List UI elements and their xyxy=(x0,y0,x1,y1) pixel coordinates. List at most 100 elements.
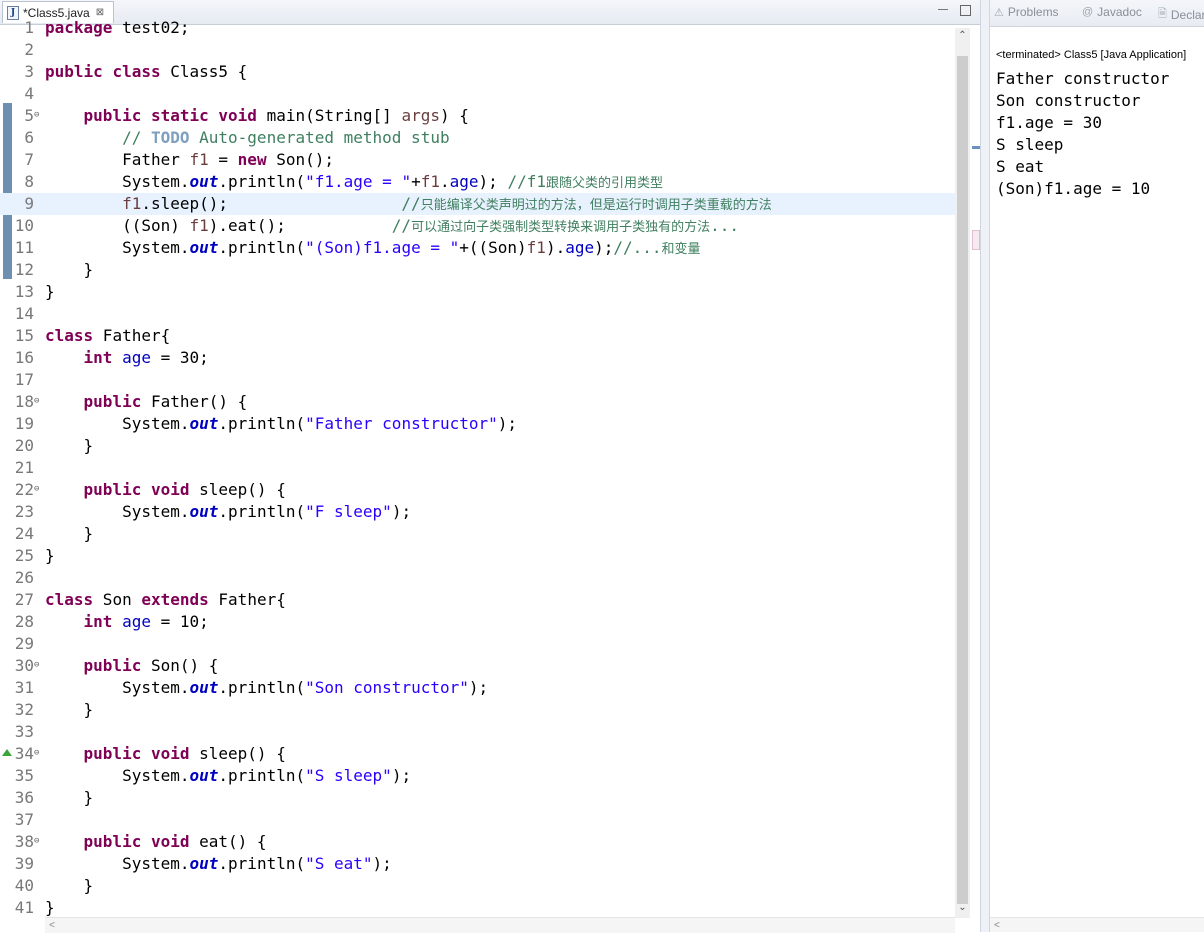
line-number: 22 xyxy=(14,480,34,499)
console-tab-bar: ⚠ Problems @ Javadoc 🗎 Declaration xyxy=(990,0,1204,27)
code-line[interactable]: 2 xyxy=(0,39,955,61)
tab-javadoc[interactable]: @ Javadoc xyxy=(1082,5,1142,19)
code-line[interactable]: 18 ⊖ public Father() { xyxy=(0,391,955,413)
code-text: System.out.println("(Son)f1.age = "+((So… xyxy=(45,238,701,257)
code-line[interactable]: 12 } xyxy=(0,259,955,281)
code-lines: 1 package test02; 2 3 public class Class5 {4… xyxy=(0,17,955,917)
code-line[interactable]: 26 xyxy=(0,567,955,589)
line-number: 25 xyxy=(14,546,34,565)
code-line[interactable]: 24 } xyxy=(0,523,955,545)
code-line[interactable]: 36 } xyxy=(0,787,955,809)
scroll-down-icon[interactable]: ⌄ xyxy=(955,900,970,915)
line-number: 36 xyxy=(14,788,34,807)
console-status-header: <terminated> Class5 [Java Application] xyxy=(996,49,1187,61)
code-line[interactable]: 16 int age = 30; xyxy=(0,347,955,369)
minimize-icon[interactable] xyxy=(938,5,948,10)
code-editor-pane: J *Class5.java ⊠ 1 package test02; 2 3 publi… xyxy=(0,0,980,933)
scrollbar-thumb[interactable] xyxy=(957,56,968,904)
line-number: 35 xyxy=(14,766,34,785)
code-text: int age = 10; xyxy=(83,612,209,631)
code-line[interactable]: 11 System.out.println("(Son)f1.age = "+(… xyxy=(0,237,955,259)
code-text: System.out.println("Father constructor")… xyxy=(45,414,518,433)
overview-ruler-mark[interactable] xyxy=(972,146,980,149)
code-line[interactable]: 33 xyxy=(0,721,955,743)
pane-divider[interactable] xyxy=(980,0,990,932)
fold-toggle-icon[interactable]: ⊖ xyxy=(34,661,42,670)
fold-toggle-icon[interactable]: ⊖ xyxy=(34,749,42,758)
code-line[interactable]: 1 package test02; xyxy=(0,17,955,39)
code-text: package test02; xyxy=(45,18,190,37)
scroll-left-icon[interactable]: < xyxy=(994,918,1000,932)
code-line[interactable]: 14 xyxy=(0,303,955,325)
code-text: class Father{ xyxy=(45,326,171,345)
console-horizontal-scrollbar[interactable]: < xyxy=(990,917,1204,932)
code-text: public class Class5 { xyxy=(45,62,248,81)
maximize-icon[interactable] xyxy=(960,5,971,16)
code-line[interactable]: 31 System.out.println("Son constructor")… xyxy=(0,677,955,699)
code-text: // TODO Auto-generated method stub xyxy=(122,128,450,147)
code-line[interactable]: 9 f1.sleep(); //只能编译父类声明过的方法，但是运行时调用子类重载… xyxy=(0,193,955,215)
line-number: 9 xyxy=(24,194,34,213)
overview-ruler[interactable] xyxy=(970,28,980,932)
code-line[interactable]: 8 System.out.println("f1.age = "+f1.age)… xyxy=(0,171,955,193)
code-line[interactable]: 10 ((Son) f1).eat(); //可以通过向子类强制类型转换来调用子… xyxy=(0,215,955,237)
fold-toggle-icon[interactable]: ⊖ xyxy=(34,111,42,120)
console-output[interactable]: Father constructor Son constructor f1.ag… xyxy=(996,68,1169,200)
line-number: 32 xyxy=(14,700,34,719)
code-line[interactable]: 15 class Father{ xyxy=(0,325,955,347)
code-line[interactable]: 37 xyxy=(0,809,955,831)
line-number: 31 xyxy=(14,678,34,697)
code-text: } xyxy=(45,260,94,279)
code-line[interactable]: 17 xyxy=(0,369,955,391)
code-line[interactable]: 23 System.out.println("F sleep"); xyxy=(0,501,955,523)
code-text: System.out.println("F sleep"); xyxy=(45,502,412,521)
code-line[interactable]: 38 ⊖ public void eat() { xyxy=(0,831,955,853)
code-line[interactable]: 3 public class Class5 { xyxy=(0,61,955,83)
scroll-up-icon[interactable]: ⌃ xyxy=(955,28,970,43)
code-line[interactable]: 29 xyxy=(0,633,955,655)
console-pane: ⚠ Problems @ Javadoc 🗎 Declaration <term… xyxy=(990,0,1204,932)
code-line[interactable]: 6 // TODO Auto-generated method stub xyxy=(0,127,955,149)
code-text: f1.sleep(); //只能编译父类声明过的方法，但是运行时调用子类重载的方… xyxy=(122,194,772,213)
line-number: 29 xyxy=(14,634,34,653)
code-line[interactable]: 22 ⊖ public void sleep() { xyxy=(0,479,955,501)
editor-vertical-scrollbar[interactable]: ⌃ ⌄ xyxy=(955,28,970,918)
code-text: ((Son) f1).eat(); //可以通过向子类强制类型转换来调用子类独有… xyxy=(45,216,739,235)
code-line[interactable]: 20 } xyxy=(0,435,955,457)
fold-toggle-icon[interactable]: ⊖ xyxy=(34,837,42,846)
tab-declaration[interactable]: 🗎 Declaration xyxy=(1158,5,1204,24)
code-text: public Father() { xyxy=(83,392,248,411)
code-line[interactable]: 27 class Son extends Father{ xyxy=(0,589,955,611)
code-line[interactable]: 34 ⊖ public void sleep() { xyxy=(0,743,955,765)
code-line[interactable]: 5 ⊖ public static void main(String[] args… xyxy=(0,105,955,127)
line-number: 40 xyxy=(14,876,34,895)
line-number: 12 xyxy=(14,260,34,279)
code-line[interactable]: 13} xyxy=(0,281,955,303)
code-line[interactable]: 32 } xyxy=(0,699,955,721)
fold-toggle-icon[interactable]: ⊖ xyxy=(34,485,42,494)
code-line[interactable]: 28 int age = 10; xyxy=(0,611,955,633)
code-text-area[interactable]: 1 package test02; 2 3 public class Class5 {4… xyxy=(0,17,955,917)
code-line[interactable]: 41} xyxy=(0,897,955,917)
code-line[interactable]: 30 ⊖ public Son() { xyxy=(0,655,955,677)
editor-horizontal-scrollbar[interactable]: < xyxy=(45,917,955,933)
code-text: } xyxy=(45,546,55,565)
tab-problems[interactable]: ⚠ Problems xyxy=(994,5,1059,19)
code-line[interactable]: 7 Father f1 = new Son(); xyxy=(0,149,955,171)
line-number: 10 xyxy=(14,216,34,235)
code-text: public void sleep() { xyxy=(83,480,286,499)
fold-toggle-icon[interactable]: ⊖ xyxy=(34,397,42,406)
overview-ruler-highlight[interactable] xyxy=(972,230,980,250)
code-line[interactable]: 39 System.out.println("S eat"); xyxy=(0,853,955,875)
code-text: } xyxy=(45,700,94,719)
code-line[interactable]: 40 } xyxy=(0,875,955,897)
code-line[interactable]: 25} xyxy=(0,545,955,567)
line-number: 38 xyxy=(14,832,34,851)
line-number: 17 xyxy=(14,370,34,389)
line-number: 16 xyxy=(14,348,34,367)
code-line[interactable]: 4 xyxy=(0,83,955,105)
code-line[interactable]: 21 xyxy=(0,457,955,479)
code-line[interactable]: 19 System.out.println("Father constructo… xyxy=(0,413,955,435)
scroll-left-icon[interactable]: < xyxy=(45,918,59,933)
code-line[interactable]: 35 System.out.println("S sleep"); xyxy=(0,765,955,787)
